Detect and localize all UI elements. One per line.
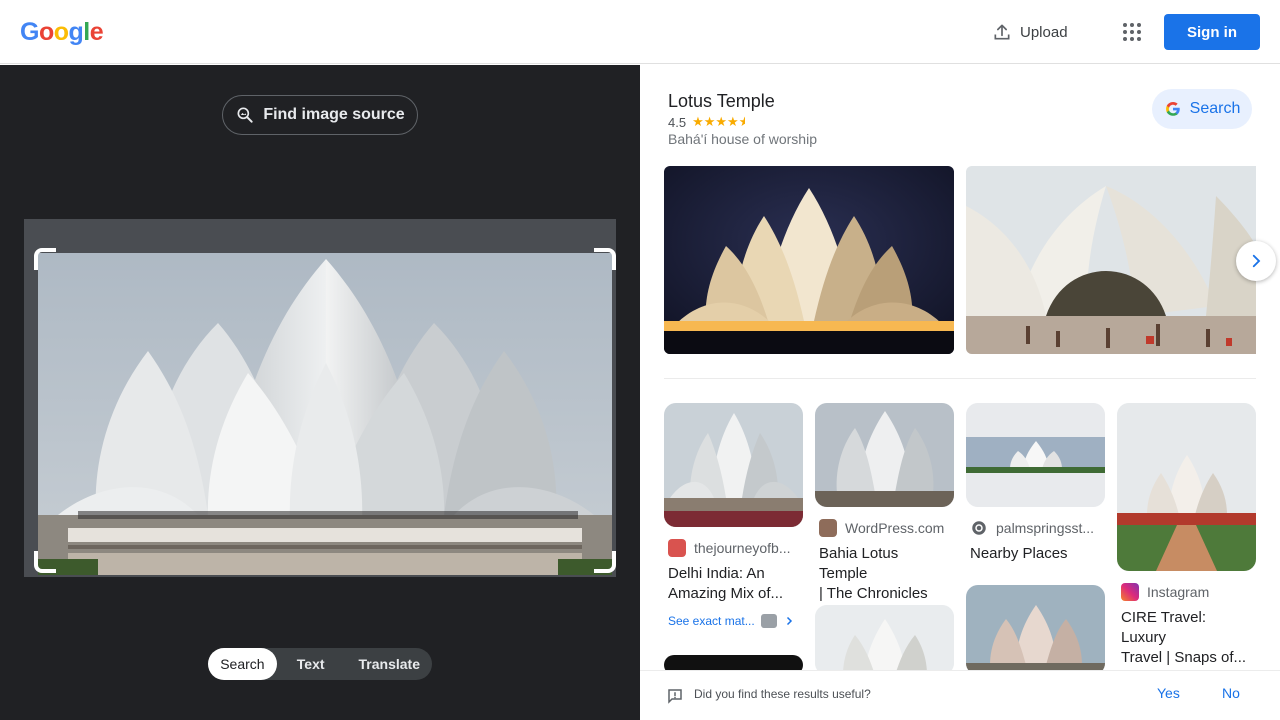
- crop-handle-bottom-left[interactable]: [34, 551, 56, 573]
- mode-search-tab[interactable]: Search: [208, 648, 277, 680]
- caption-line: Delhi India: An: [668, 565, 765, 582]
- chevron-right-icon: [786, 616, 792, 626]
- logo-letter: o: [53, 18, 69, 46]
- entity-rating: 4.5 ★★★★★: [668, 114, 745, 130]
- feedback-bar: Did you find these results useful? Yes N…: [640, 670, 1280, 720]
- apps-grid-button[interactable]: [1120, 20, 1144, 44]
- result-caption-4[interactable]: CIRE Travel: Luxury Travel | Snaps of...: [1121, 608, 1252, 668]
- entity-image-2[interactable]: [966, 166, 1256, 354]
- thumbnail-icon: [760, 614, 777, 628]
- lotus-temple-photo: [966, 585, 1105, 675]
- site-favicon-icon: [819, 519, 837, 537]
- lotus-temple-night-photo: [664, 166, 954, 354]
- logo-letter: G: [20, 18, 39, 46]
- see-exact-matches-label: See exact mat...: [668, 614, 755, 628]
- carousel-next-button[interactable]: [1236, 241, 1276, 281]
- image-search-icon: [237, 107, 253, 123]
- crop-region[interactable]: [38, 253, 612, 575]
- caption-line: Nearby Places: [970, 545, 1068, 562]
- crop-handle-bottom-right[interactable]: [594, 551, 616, 573]
- caption-line: Travel | Snaps of...: [1121, 649, 1247, 666]
- full-stars: ★★★★: [692, 114, 739, 129]
- lotus-temple-photo: [38, 253, 612, 575]
- mode-translate-tab[interactable]: Translate: [337, 648, 432, 680]
- result-caption-3[interactable]: Nearby Places: [970, 544, 1101, 564]
- see-exact-matches-link[interactable]: See exact mat...: [668, 614, 795, 628]
- google-logo[interactable]: Google: [20, 18, 104, 47]
- find-image-source-label: Find image source: [263, 106, 405, 123]
- result-source-2[interactable]: WordPress.com: [819, 519, 950, 537]
- result-caption-1[interactable]: Delhi India: An Amazing Mix of...: [668, 564, 799, 604]
- result-source-3[interactable]: palmspringsst...: [970, 519, 1101, 537]
- crop-handle-top-left[interactable]: [34, 248, 56, 270]
- entity-title[interactable]: Lotus Temple: [668, 91, 775, 112]
- lotus-temple-photo: [815, 403, 954, 507]
- google-search-label: Search: [1189, 100, 1241, 117]
- globe-icon: [972, 521, 986, 535]
- result-source-label: WordPress.com: [845, 520, 945, 536]
- lotus-temple-garden-photo: [1117, 403, 1256, 571]
- result-source-label: thejourneyofb...: [694, 540, 791, 556]
- query-image-panel: Find image source Search Text Translate: [0, 65, 640, 720]
- entity-image-1[interactable]: [664, 166, 954, 354]
- instagram-icon: [1121, 583, 1139, 601]
- google-search-button[interactable]: Search: [1152, 89, 1252, 129]
- entity-subtitle: Bahá'í house of worship: [668, 131, 817, 147]
- google-g-icon: [1165, 102, 1180, 116]
- top-bar: Google Upload Sign in: [0, 0, 1280, 64]
- logo-letter: e: [89, 18, 104, 46]
- upload-icon: [994, 24, 1010, 40]
- rating-value: 4.5: [668, 114, 687, 130]
- half-star: ★: [738, 114, 745, 129]
- caption-line: Amazing Mix of...: [668, 585, 784, 602]
- apps-grid-icon: [1123, 23, 1141, 41]
- result-source-label: palmspringsst...: [996, 520, 1095, 536]
- logo-letter: o: [38, 18, 54, 46]
- query-image[interactable]: [24, 219, 616, 577]
- caption-line: CIRE Travel: Luxury: [1121, 609, 1207, 646]
- chevron-right-icon: [1252, 254, 1261, 268]
- result-source-label: Instagram: [1147, 584, 1210, 600]
- rating-stars-icon: ★★★★★: [692, 114, 745, 130]
- section-divider: [664, 378, 1256, 379]
- result-image-1[interactable]: [664, 403, 803, 527]
- result-image-4[interactable]: [1117, 403, 1256, 571]
- sign-in-button[interactable]: Sign in: [1164, 14, 1260, 50]
- site-favicon-icon: [668, 539, 686, 557]
- feedback-icon: [668, 689, 682, 704]
- result-image-3[interactable]: [966, 403, 1105, 507]
- crop-handle-top-right[interactable]: [594, 248, 616, 270]
- result-image-7[interactable]: [966, 585, 1105, 675]
- result-source-4[interactable]: Instagram: [1121, 583, 1252, 601]
- upload-button[interactable]: Upload: [992, 20, 1068, 44]
- lotus-temple-crowd-photo: [664, 403, 803, 527]
- result-image-2[interactable]: [815, 403, 954, 507]
- feedback-no-button[interactable]: No: [1222, 685, 1240, 701]
- lotus-temple-wide-photo: [966, 403, 1105, 507]
- results-panel: Lotus Temple 4.5 ★★★★★ Bahá'í house of w…: [640, 65, 1280, 720]
- result-source-1[interactable]: thejourneyofb...: [668, 539, 799, 557]
- feedback-question: Did you find these results useful?: [694, 687, 871, 701]
- lotus-temple-photo: [815, 605, 954, 675]
- upload-label: Upload: [1020, 23, 1068, 41]
- logo-letter: g: [68, 18, 84, 46]
- mode-text-tab[interactable]: Text: [277, 648, 337, 680]
- mode-switcher: Search Text Translate: [208, 648, 432, 680]
- lotus-temple-closeup-photo: [966, 166, 1256, 354]
- find-image-source-button[interactable]: Find image source: [222, 95, 418, 135]
- feedback-yes-button[interactable]: Yes: [1157, 685, 1180, 701]
- caption-line: Bahia Lotus Temple: [819, 545, 899, 582]
- result-image-6[interactable]: [815, 605, 954, 675]
